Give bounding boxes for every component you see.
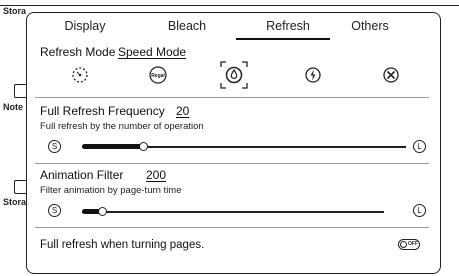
drop-circle-icon[interactable] [224, 65, 244, 85]
full-refresh-slider-fill [82, 144, 143, 149]
animation-filter-slider-track[interactable] [82, 211, 384, 213]
animation-filter-description: Filter animation by page-turn time [40, 185, 182, 196]
full-refresh-slider-thumb[interactable] [139, 142, 148, 151]
divider [35, 163, 429, 164]
tab-refresh[interactable]: Refresh [253, 19, 323, 33]
divider [35, 227, 429, 228]
animation-filter-slider-thumb[interactable] [98, 207, 107, 216]
full-refresh-value[interactable]: 20 [176, 104, 189, 118]
tab-bar: Display Bleach Refresh Others [27, 13, 440, 40]
tab-others[interactable]: Others [340, 19, 400, 33]
refresh-mode-label: Refresh Mode [40, 45, 116, 59]
dotted-circle-icon[interactable] [70, 65, 90, 85]
background-top-line [0, 5, 459, 6]
refresh-mode-value[interactable]: Speed Mode [118, 45, 186, 59]
toggle-state-text: OFF [408, 241, 418, 247]
slider-max-label[interactable]: L [413, 204, 426, 217]
svg-text:Regal: Regal [151, 73, 165, 79]
tab-display[interactable]: Display [55, 19, 115, 33]
slider-max-label[interactable]: L [413, 140, 426, 153]
animation-filter-label: Animation Filter [40, 168, 124, 182]
toggle-knob [400, 241, 407, 248]
turning-pages-toggle[interactable]: OFF [398, 239, 420, 250]
slider-min-label[interactable]: S [48, 140, 61, 153]
full-refresh-label: Full Refresh Frequency [40, 104, 165, 118]
background-storage-label-2: Stora [3, 197, 27, 207]
x-circle-icon[interactable] [381, 65, 401, 85]
settings-dialog: Display Bleach Refresh Others Refresh Mo… [26, 12, 441, 274]
slider-min-label[interactable]: S [48, 204, 61, 217]
bolt-circle-icon[interactable] [303, 65, 323, 85]
tab-bleach[interactable]: Bleach [152, 19, 222, 33]
turning-pages-label: Full refresh when turning pages. [40, 239, 205, 251]
background-note-label: Note [3, 102, 23, 112]
background-storage-label: Stora [3, 6, 27, 16]
full-refresh-description: Full refresh by the number of operation [40, 121, 204, 132]
divider [35, 97, 429, 98]
animation-filter-value[interactable]: 200 [146, 168, 166, 182]
active-tab-indicator [236, 38, 330, 40]
regal-icon[interactable]: Regal [148, 65, 168, 85]
